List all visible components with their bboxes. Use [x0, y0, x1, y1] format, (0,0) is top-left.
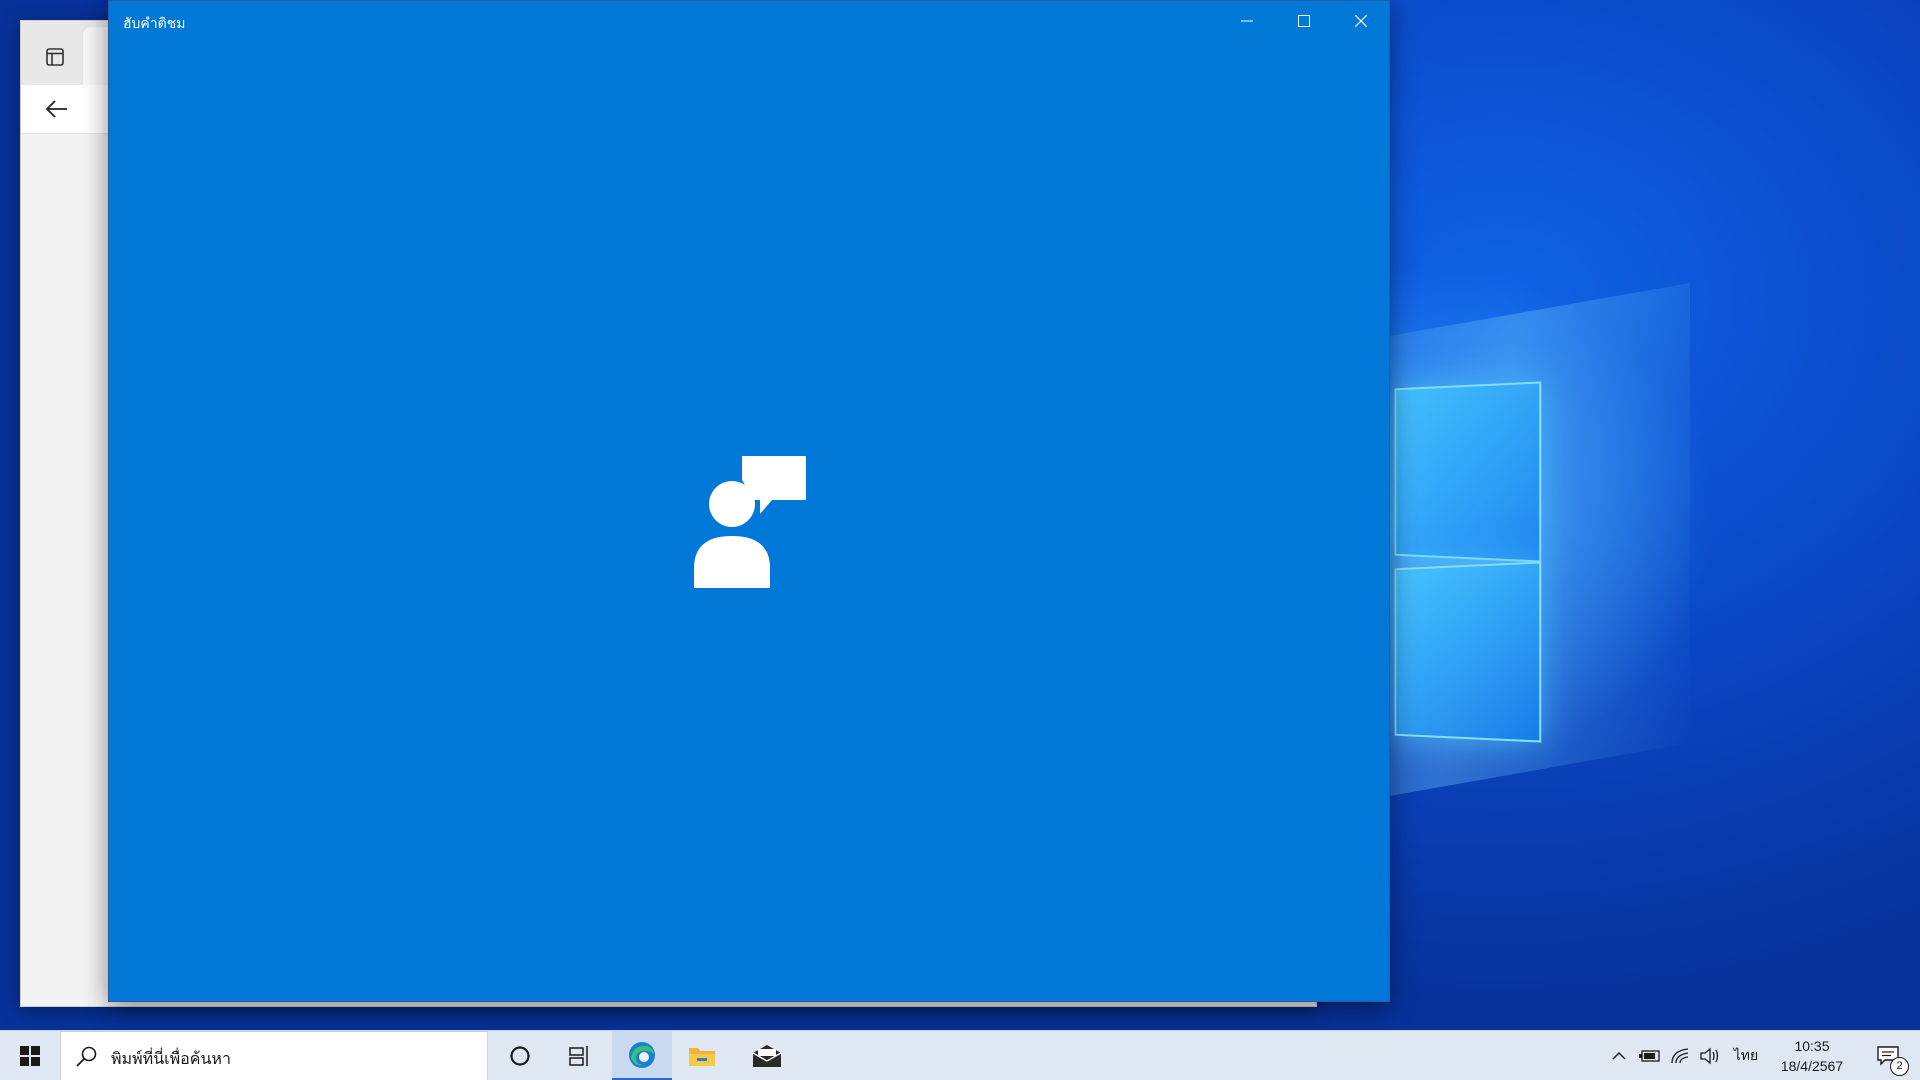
close-button[interactable] — [1332, 1, 1389, 41]
search-icon — [76, 1046, 97, 1067]
feedback-person-speech-icon — [694, 456, 806, 588]
feedback-hub-window[interactable]: ฮับคำติชม — [108, 0, 1390, 1002]
task-view-icon — [569, 1046, 588, 1066]
battery-icon — [1639, 1050, 1660, 1062]
cortana-icon — [510, 1046, 530, 1066]
clock-date: 18/4/2567 — [1780, 1058, 1844, 1074]
taskbar: พิมพ์ที่นี่เพื่อค้นหา ไทย 10:35 18/4/256… — [0, 1030, 1920, 1080]
title-bar[interactable]: ฮับคำติชม — [109, 1, 1389, 41]
start-button[interactable] — [0, 1031, 60, 1080]
windows-logo-pane-top — [1394, 381, 1542, 563]
chevron-up-icon — [1612, 1051, 1626, 1060]
file-explorer-button[interactable] — [672, 1031, 732, 1080]
window-title: ฮับคำติชม — [123, 15, 186, 31]
edge-icon — [629, 1041, 655, 1068]
minimize-icon — [1240, 20, 1253, 22]
minimize-button[interactable] — [1218, 1, 1275, 41]
volume-button[interactable] — [1696, 1031, 1724, 1080]
task-view-button[interactable] — [550, 1031, 610, 1080]
wifi-icon — [1671, 1048, 1689, 1064]
notification-count-badge: 2 — [1890, 1057, 1909, 1076]
input-language-button[interactable]: ไทย — [1728, 1031, 1764, 1080]
clock-time: 10:35 — [1794, 1038, 1830, 1054]
clock-button[interactable]: 10:35 18/4/2567 — [1766, 1036, 1858, 1078]
windows-start-icon — [20, 1046, 40, 1066]
search-placeholder: พิมพ์ที่นี่เพื่อค้นหา — [111, 1051, 231, 1068]
network-button[interactable] — [1666, 1031, 1694, 1080]
windows-logo-pane-bottom — [1394, 561, 1542, 743]
mail-button[interactable] — [737, 1031, 797, 1080]
cortana-button[interactable] — [490, 1031, 550, 1080]
back-arrow-icon[interactable] — [41, 93, 73, 125]
speaker-icon — [1700, 1047, 1719, 1065]
show-hidden-icons-button[interactable] — [1605, 1031, 1633, 1080]
action-center-button[interactable]: 2 — [1860, 1031, 1916, 1080]
battery-button[interactable] — [1636, 1031, 1664, 1080]
maximize-icon — [1297, 15, 1310, 27]
file-explorer-icon — [689, 1048, 715, 1066]
mail-icon — [752, 1045, 782, 1067]
taskbar-search-box[interactable]: พิมพ์ที่นี่เพื่อค้นหา — [60, 1031, 488, 1080]
tab-actions-icon[interactable] — [41, 43, 69, 71]
maximize-button[interactable] — [1275, 1, 1332, 41]
edge-taskbar-button[interactable] — [612, 1031, 672, 1080]
close-icon — [1354, 15, 1367, 27]
